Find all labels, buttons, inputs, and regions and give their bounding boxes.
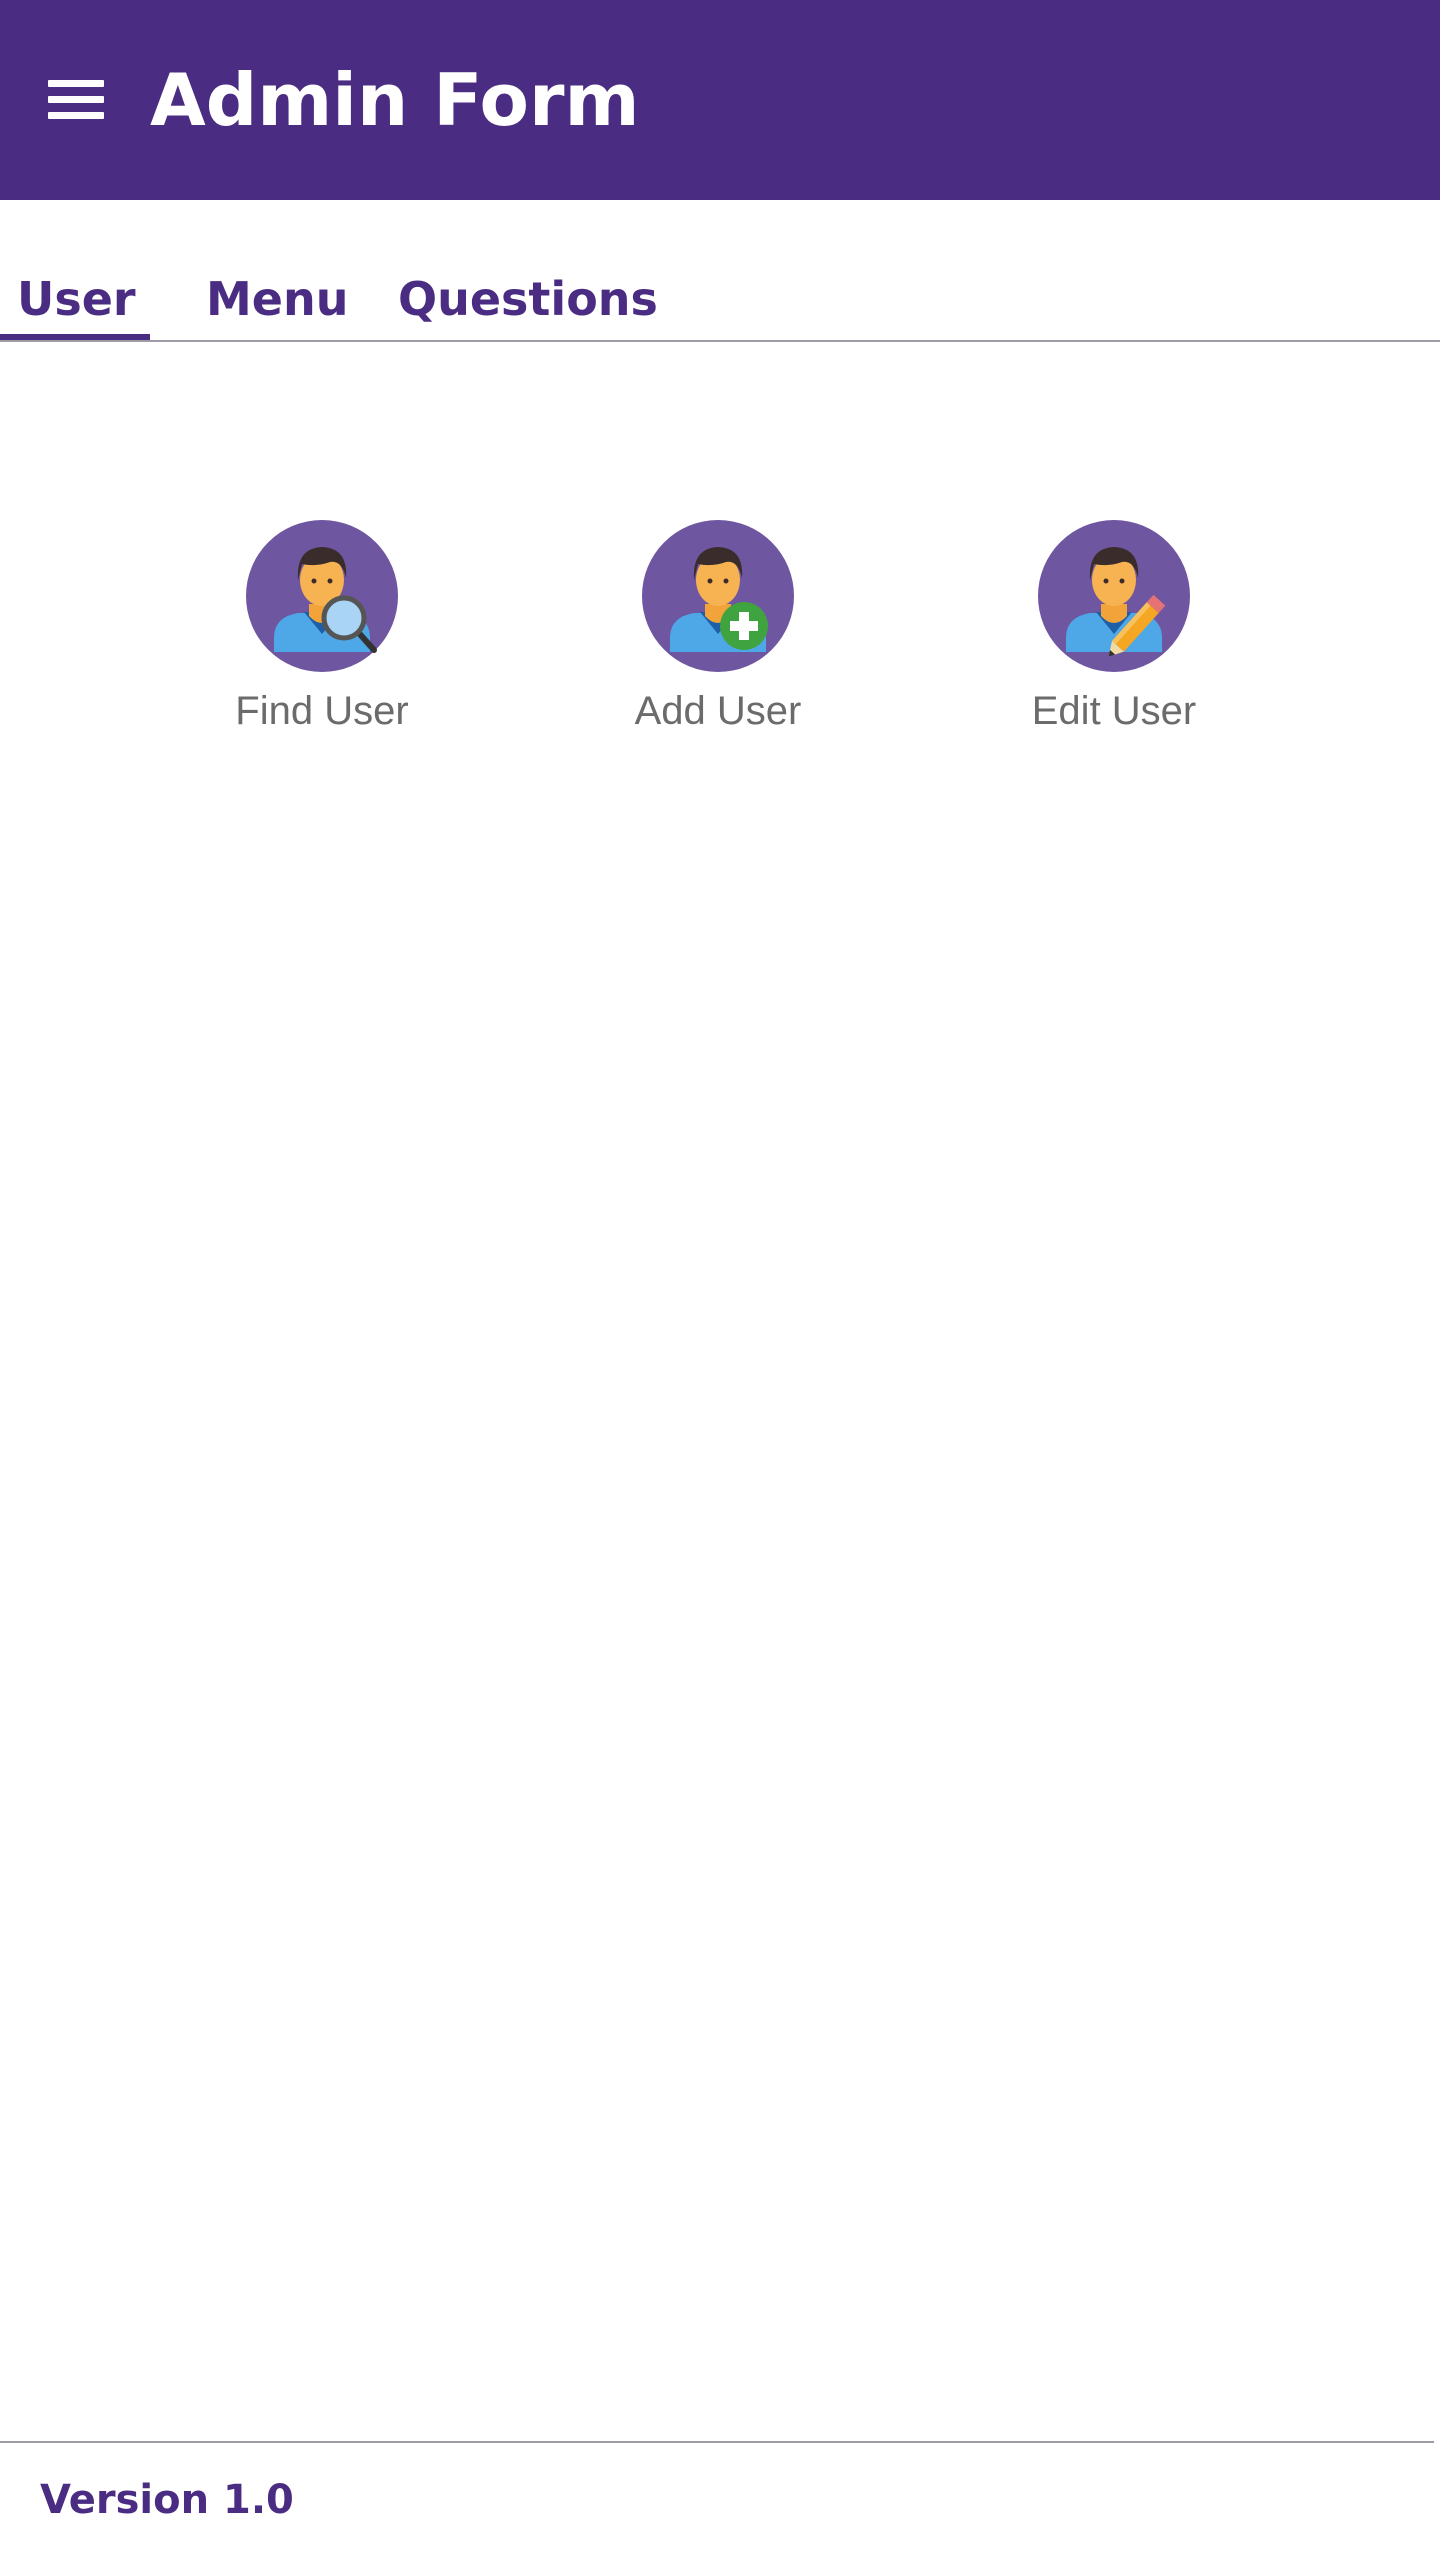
tab-user[interactable]: User <box>17 268 136 330</box>
page-title: Admin Form <box>150 58 640 142</box>
edit-user-icon-graphic <box>1066 547 1166 657</box>
tab-menu[interactable]: Menu <box>206 268 348 330</box>
add-user-label: Add User <box>634 689 802 733</box>
edit-user-label: Edit User <box>1031 689 1197 733</box>
add-user-button[interactable]: Add User <box>588 520 848 740</box>
find-user-icon <box>246 520 398 672</box>
find-user-button[interactable]: Find User <box>192 520 452 740</box>
edit-user-button[interactable]: Edit User <box>984 520 1244 740</box>
menu-line <box>48 112 104 119</box>
version-label: Version 1.0 <box>40 2477 294 2523</box>
add-user-icon <box>642 520 794 672</box>
tab-questions[interactable]: Questions <box>398 268 658 330</box>
add-user-icon-graphic <box>670 547 768 652</box>
find-user-icon-graphic <box>274 547 377 653</box>
app-bar: Admin Form <box>0 0 1440 200</box>
tabs-divider <box>0 340 1440 342</box>
hamburger-menu-icon[interactable] <box>48 80 104 120</box>
menu-line <box>48 96 104 103</box>
edit-user-icon <box>1038 520 1190 672</box>
find-user-label: Find User <box>235 689 409 733</box>
menu-line <box>48 80 104 87</box>
footer-divider <box>0 2441 1434 2443</box>
